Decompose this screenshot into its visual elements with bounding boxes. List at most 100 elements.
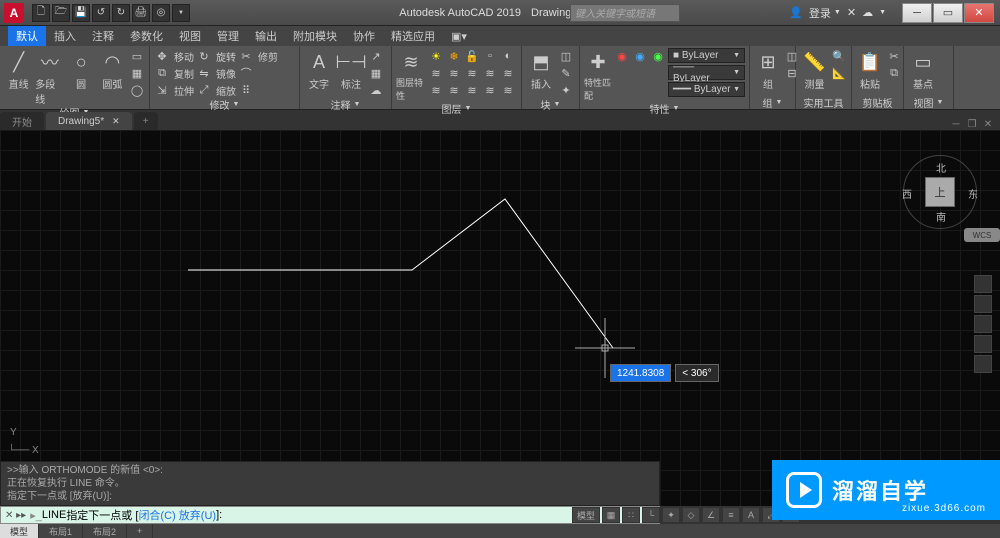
nav-pan-icon[interactable] (974, 295, 992, 313)
layer-off-icon[interactable]: 🔓 (464, 48, 480, 64)
text-button[interactable]: A文字 (304, 48, 334, 91)
basepoint-button[interactable]: ▭基点 (908, 48, 938, 91)
leader-icon[interactable]: ↗ (368, 48, 384, 64)
tab-annotate[interactable]: 注释 (84, 26, 122, 46)
tab-insert[interactable]: 插入 (46, 26, 84, 46)
cloud-icon[interactable]: ☁ (862, 6, 873, 19)
dynamic-angle-input[interactable]: < 306° (675, 364, 718, 382)
cut-icon[interactable]: ✂ (886, 48, 902, 64)
layer-properties-button[interactable]: ≋图层特性 (396, 48, 426, 102)
nav-zoom-icon[interactable] (974, 315, 992, 333)
edit-block-icon[interactable]: ✎ (558, 65, 574, 81)
tab-output[interactable]: 输出 (247, 26, 285, 46)
status-ann-icon[interactable]: A (742, 507, 760, 523)
new-tab-button[interactable]: + (134, 112, 158, 130)
dynamic-distance-input[interactable]: 1241.8308 (610, 364, 671, 382)
tab-parametric[interactable]: 参数化 (122, 26, 171, 46)
cloud-anno-icon[interactable]: ☁ (368, 82, 384, 98)
doc-close-icon[interactable]: ✕ (982, 118, 994, 130)
group-button[interactable]: ⊞组 (754, 48, 782, 91)
mirror-icon[interactable]: ⇋ (196, 65, 212, 81)
layout-model[interactable]: 模型 (0, 524, 39, 538)
exchange-icon[interactable]: ✕ (847, 6, 856, 19)
qat-open-icon[interactable]: 🗁 (52, 4, 70, 22)
status-lwt-icon[interactable]: ≡ (722, 507, 740, 523)
scale-icon[interactable]: ⤢ (196, 82, 212, 98)
lineweight-dropdown[interactable]: ─── ByLayer▼ (668, 65, 745, 80)
qat-save-icon[interactable]: 💾 (72, 4, 90, 22)
maximize-button[interactable]: ▭ (933, 3, 963, 23)
arc-button[interactable]: ◠圆弧 (98, 48, 127, 91)
doc-restore-icon[interactable]: ❐ (966, 118, 978, 130)
tab-view[interactable]: 视图 (171, 26, 209, 46)
copy-icon[interactable]: ⧉ (154, 65, 170, 81)
status-model[interactable]: 模型 (572, 507, 600, 523)
trim-icon[interactable]: ✂ (238, 48, 254, 64)
stretch-icon[interactable]: ⇲ (154, 82, 170, 98)
wcs-badge[interactable]: WCS (964, 228, 1000, 242)
cmd-handle-icon[interactable]: ✕ ▸▸ (5, 510, 26, 521)
polyline-button[interactable]: 〰多段线 (35, 48, 64, 106)
tab-expander-icon[interactable]: ▣▾ (443, 26, 475, 46)
tab-express[interactable]: 精选应用 (383, 26, 443, 46)
match-properties-button[interactable]: ✚特性匹配 (584, 48, 612, 102)
doc-minimize-icon[interactable]: ─ (950, 118, 962, 130)
dimension-button[interactable]: ⊢⊣标注 (336, 48, 366, 91)
nav-showmotion-icon[interactable] (974, 355, 992, 373)
copy-clip-icon[interactable]: ⧉ (886, 65, 902, 81)
minimize-button[interactable]: ─ (902, 3, 932, 23)
close-button[interactable]: ✕ (964, 3, 994, 23)
help-dropdown[interactable]: ▼ (879, 9, 886, 16)
layer-freeze-icon[interactable]: ☀ (428, 48, 444, 64)
line-button[interactable]: ╱直线 (4, 48, 33, 91)
tab-collaborate[interactable]: 协作 (345, 26, 383, 46)
qat-more-icon[interactable]: ◎ (152, 4, 170, 22)
layout-2[interactable]: 布局2 (83, 524, 127, 538)
insert-block-button[interactable]: ⬒插入 (526, 48, 556, 91)
paste-button[interactable]: 📋粘贴 (856, 48, 884, 91)
attr-icon[interactable]: ✦ (558, 82, 574, 98)
qat-new-icon[interactable]: 🗋 (32, 4, 50, 22)
measure-button[interactable]: 📏测量 (800, 48, 829, 91)
status-ortho-icon[interactable]: └ (642, 507, 660, 523)
qat-print-icon[interactable]: 🖨 (132, 4, 150, 22)
nav-orbit-icon[interactable] (974, 335, 992, 353)
tab-default[interactable]: 默认 (8, 26, 46, 46)
status-osnap-icon[interactable]: ◇ (682, 507, 700, 523)
status-grid-icon[interactable]: ▦ (602, 507, 620, 523)
dynamic-input: 1241.8308 < 306° (610, 364, 719, 382)
linetype-dropdown[interactable]: ━━━ ByLayer▼ (668, 82, 745, 97)
qat-undo-icon[interactable]: ↺ (92, 4, 110, 22)
status-snap-icon[interactable]: ∷ (622, 507, 640, 523)
layout-1[interactable]: 布局1 (39, 524, 83, 538)
qat-dropdown-icon[interactable]: ▼ (172, 4, 190, 22)
layout-add[interactable]: + (127, 524, 153, 538)
color-icon[interactable]: ◉ (614, 48, 630, 64)
rect-icon[interactable]: ▭ (129, 48, 145, 64)
title-right: 👤 登录▼ ✕ ☁ ▼ ─ ▭ ✕ (789, 3, 994, 23)
tab-start[interactable]: 开始 (0, 112, 44, 130)
qat-redo-icon[interactable]: ↻ (112, 4, 130, 22)
app-logo[interactable]: A (4, 3, 24, 23)
tab-manage[interactable]: 管理 (209, 26, 247, 46)
hatch-icon[interactable]: ▦ (129, 65, 145, 81)
tab-addins[interactable]: 附加模块 (285, 26, 345, 46)
search-input[interactable]: 键入关键字或短语 (570, 4, 680, 22)
fillet-icon[interactable]: ⌒ (238, 65, 254, 81)
array-icon[interactable]: ⠿ (238, 82, 254, 98)
move-icon[interactable]: ✥ (154, 48, 170, 64)
create-block-icon[interactable]: ◫ (558, 48, 574, 64)
login-button[interactable]: 登录▼ (809, 5, 841, 21)
nav-wheel-icon[interactable] (974, 275, 992, 293)
viewcube-top[interactable]: 上 (925, 177, 955, 207)
command-line-input[interactable]: ✕ ▸▸ ▸_ LINE 指定下一点或 [闭合(C) 放弃(U)]: ▲ (0, 506, 660, 524)
layer-lock-icon[interactable]: ❄ (446, 48, 462, 64)
tab-current-drawing[interactable]: Drawing5*✕ (46, 112, 132, 130)
status-polar-icon[interactable]: ✦ (662, 507, 680, 523)
ellipse-icon[interactable]: ◯ (129, 82, 145, 98)
status-otrack-icon[interactable]: ∠ (702, 507, 720, 523)
drawing-canvas[interactable]: 1241.8308 < 306° 上 北 南 东 西 WCS Y └── X (0, 130, 1000, 506)
circle-button[interactable]: ○圆 (67, 48, 96, 91)
rotate-icon[interactable]: ↻ (196, 48, 212, 64)
table-icon[interactable]: ▦ (368, 65, 384, 81)
